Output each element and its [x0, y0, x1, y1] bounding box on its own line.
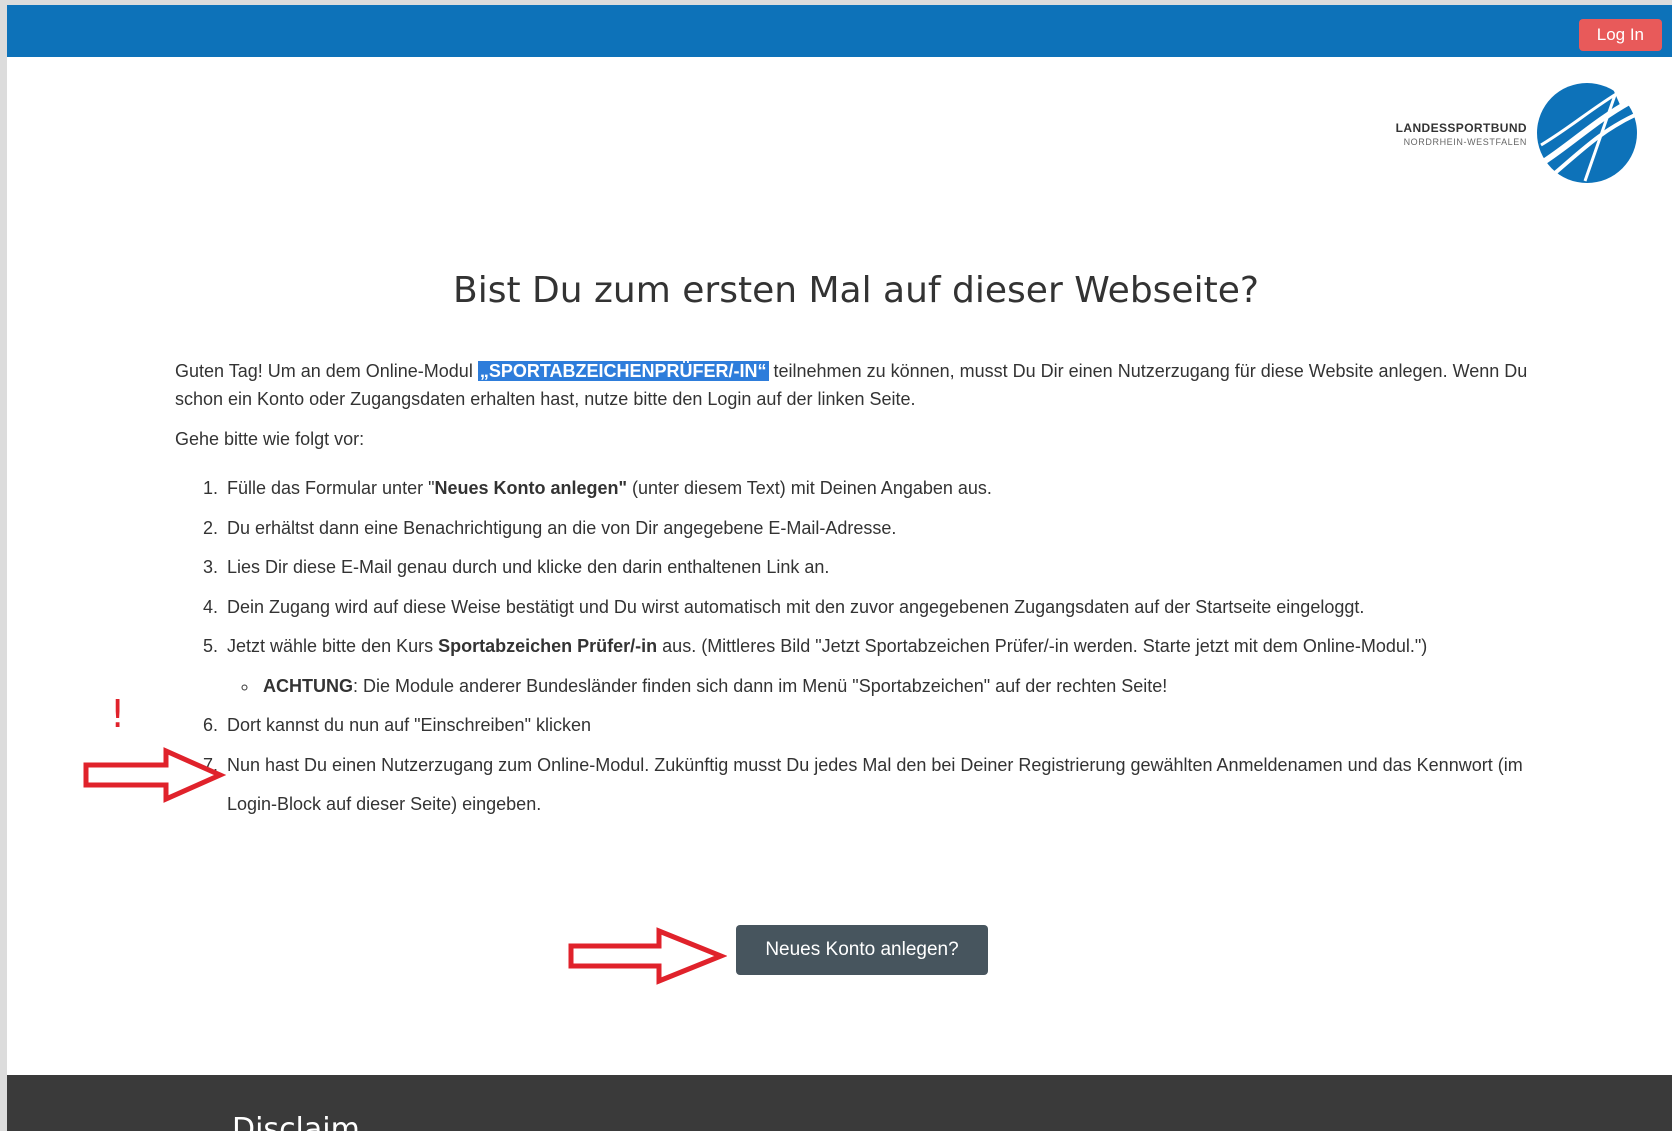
logo-emblem-icon [1537, 83, 1637, 183]
step-2: Du erhältst dann eine Benachrichtigung a… [223, 509, 1555, 549]
steps-list: Fülle das Formular unter "Neues Konto an… [175, 469, 1555, 825]
intro-paragraph: Guten Tag! Um an dem Online-Modul „SPORT… [175, 357, 1555, 413]
logo-line-2: NORDRHEIN-WESTFALEN [1403, 137, 1527, 147]
step-4: Dein Zugang wird auf diese Weise bestäti… [223, 588, 1555, 628]
step-5: Jetzt wähle bitte den Kurs Sportabzeiche… [223, 627, 1555, 706]
red-arrow-icon [83, 747, 226, 803]
top-navbar: Log In [7, 5, 1672, 57]
logo-line-1: LANDESSPORTBUND [1395, 121, 1527, 135]
lead-text: Gehe bitte wie folgt vor: [175, 429, 365, 449]
page-title: Bist Du zum ersten Mal auf dieser Websei… [453, 270, 1259, 311]
landessportbund-logo[interactable]: LANDESSPORTBUND NORDRHEIN-WESTFALEN [1385, 81, 1655, 191]
page-frame: Log In LANDESSPORTBUND NORDRHEIN-WESTFAL… [7, 5, 1672, 1131]
exclamation-annotation: ! [110, 692, 126, 736]
step-3: Lies Dir diese E-Mail genau durch und kl… [223, 548, 1555, 588]
step-5-note: ACHTUNG: Die Module anderer Bundesländer… [227, 667, 1555, 707]
footer-title: Disclaim [232, 1112, 360, 1131]
footer: Disclaim [7, 1075, 1672, 1131]
intro-text-start: Guten Tag! Um an dem Online-Modul [175, 361, 478, 381]
step-1: Fülle das Formular unter "Neues Konto an… [223, 469, 1555, 509]
highlighted-module-name: „SPORTABZEICHENPRÜFER/-IN“ [477, 361, 769, 381]
login-button[interactable]: Log In [1578, 19, 1662, 51]
achtung-note: ACHTUNG: Die Module anderer Bundesländer… [259, 667, 1555, 707]
step-6: Dort kannst du nun auf "Einschreiben" kl… [223, 706, 1555, 746]
new-account-button[interactable]: Neues Konto anlegen? [736, 925, 988, 975]
red-arrow-icon [568, 927, 727, 985]
step-7: Nun hast Du einen Nutzerzugang zum Onlin… [223, 746, 1555, 825]
instructions: Guten Tag! Um an dem Online-Modul „SPORT… [175, 357, 1555, 825]
